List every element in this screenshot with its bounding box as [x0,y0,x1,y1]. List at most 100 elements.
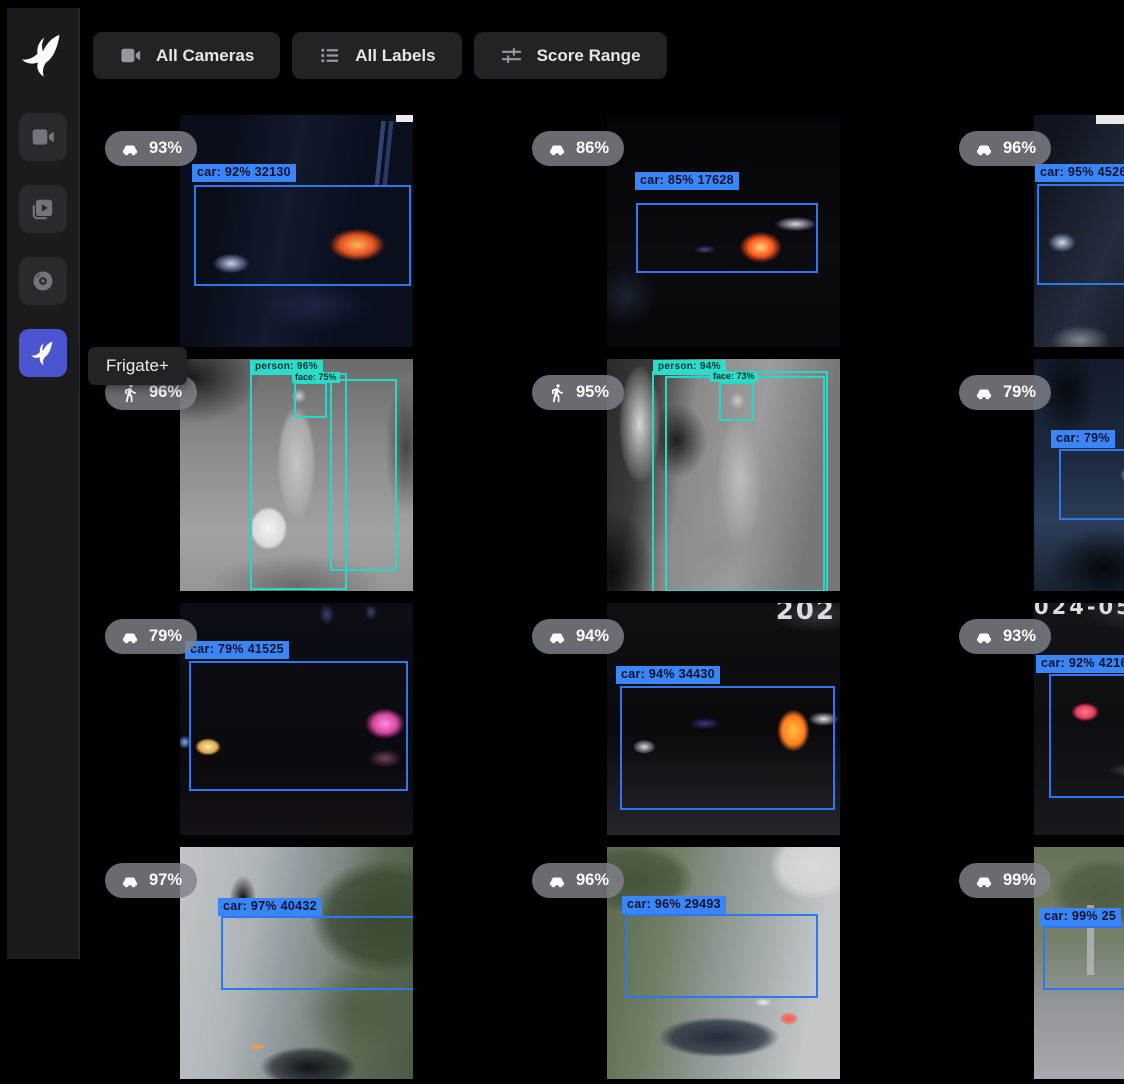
badge-score: 99% [1003,871,1036,890]
bounding-box [194,185,411,286]
video-camera-icon [30,124,56,150]
filter-bar: All Cameras All Labels Score Range [93,32,667,79]
bounding-box [1059,449,1124,520]
score-badge: 79% [959,375,1051,410]
snapshot-image[interactable]: car: 96% 29493 [607,847,840,1079]
car-icon [974,383,994,403]
filter-label: Score Range [537,46,641,66]
score-badge: 93% [105,131,197,166]
bounding-box [626,914,818,998]
badge-score: 97% [149,871,182,890]
bounding-box [620,686,835,810]
timestamp-overlay: 024-05 0 [1034,603,1124,619]
timestamp-overlay: 202 [776,603,836,626]
snapshot-image[interactable]: car: 92% 32130 [180,115,413,347]
detection-cell[interactable]: car: 79% 79% [947,352,1124,596]
score-badge: 79% [105,619,197,654]
face-bounding-box [719,382,754,421]
list-icon [318,44,341,67]
snapshot-image[interactable]: car: 79% 41525 [180,603,413,835]
score-badge: 99% [959,863,1051,898]
snapshot-image[interactable]: person: 94%face: 73% [607,359,840,591]
badge-score: 86% [576,139,609,158]
sidebar-item-review[interactable] [19,185,67,233]
sliders-icon [500,44,523,67]
bounding-box [1043,926,1124,990]
detection-cell[interactable]: car: 92% 3213093% [93,108,520,352]
score-badge: 86% [532,131,624,166]
detection-cell[interactable]: car: 79% 4152579% [93,596,520,840]
detection-label: car: 79% [1051,430,1115,448]
detection-cell[interactable]: car: 96% 2949396% [520,840,947,1084]
car-icon [974,139,994,159]
detection-label: car: 95% 45260 [1035,164,1124,182]
filter-score-range[interactable]: Score Range [474,32,667,79]
score-badge: 93% [959,619,1051,654]
car-icon [120,871,140,891]
detection-cell[interactable]: person: 94%face: 73%95% [520,352,947,596]
car-icon [547,139,567,159]
badge-score: 93% [1003,627,1036,646]
disc-icon [30,268,56,294]
detection-label: car: 92% 32130 [192,164,296,182]
sidebar-nav [19,113,67,377]
frigate-plus-tooltip: Frigate+ [88,347,187,385]
car-icon [120,627,140,647]
badge-score: 79% [149,627,182,646]
detection-cell[interactable]: 024-05 0 car: 92% 421693% [947,596,1124,840]
car-icon [120,139,140,159]
person-icon [547,383,567,403]
bounding-box [1049,674,1124,798]
badge-score: 79% [1003,383,1036,402]
detection-label: car: 85% 17628 [635,172,739,190]
bounding-box [330,379,397,571]
sidebar-item-cameras[interactable] [19,113,67,161]
filter-label: All Labels [355,46,435,66]
sidebar [7,8,80,959]
detection-cell[interactable]: car: 97% 40432 97% [93,840,520,1084]
face-bounding-box [294,382,327,418]
detection-label: car: 97% 40432 [218,898,322,916]
badge-score: 95% [576,383,609,402]
detection-label: car: 99% 25 [1039,908,1121,926]
score-badge: 94% [532,619,624,654]
bounding-box [221,916,413,990]
badge-score: 96% [149,383,182,402]
detection-cell[interactable]: 202car: 94% 3443094% [520,596,947,840]
filter-label: All Cameras [156,46,254,66]
snapshot-image[interactable]: car: 97% 40432 [180,847,413,1079]
detection-cell[interactable]: person: 96%face: 75%96% [93,352,520,596]
bounding-box [1037,184,1124,285]
filter-all-labels[interactable]: All Labels [292,32,461,79]
car-icon [547,627,567,647]
face-label: face: 73% [710,371,758,382]
score-badge: 95% [532,375,624,410]
frigate-logo [20,30,66,80]
detection-cell[interactable]: car: 95% 4526096% [947,108,1124,352]
snapshot-grid: car: 92% 3213093%car: 85% 1762886%car: 9… [93,108,1124,1084]
filter-all-cameras[interactable]: All Cameras [93,32,280,79]
sidebar-item-frigate-plus[interactable] [19,329,67,377]
badge-score: 94% [576,627,609,646]
score-badge: 96% [959,131,1051,166]
bounding-box [636,203,818,273]
snapshot-image[interactable]: person: 96%face: 75% [180,359,413,591]
snapshot-image[interactable]: car: 85% 17628 [607,115,840,347]
detection-label: car: 79% 41525 [185,641,289,659]
car-icon [547,871,567,891]
car-icon [974,871,994,891]
sidebar-item-export[interactable] [19,257,67,305]
face-label: face: 75% [292,372,340,383]
detection-label: car: 96% 29493 [622,896,726,914]
detection-cell[interactable]: car: 99% 2599% [947,840,1124,1084]
score-badge: 97% [105,863,197,898]
detection-cell[interactable]: car: 85% 17628 86% [520,108,947,352]
review-play-icon [30,196,56,222]
frigate-bird-icon [30,340,56,366]
car-icon [974,627,994,647]
snapshot-image[interactable]: 202car: 94% 34430 [607,603,840,835]
person-icon [120,383,140,403]
bounding-box [189,661,408,791]
camera-icon [119,44,142,67]
detection-label: car: 92% 4216 [1036,655,1124,673]
